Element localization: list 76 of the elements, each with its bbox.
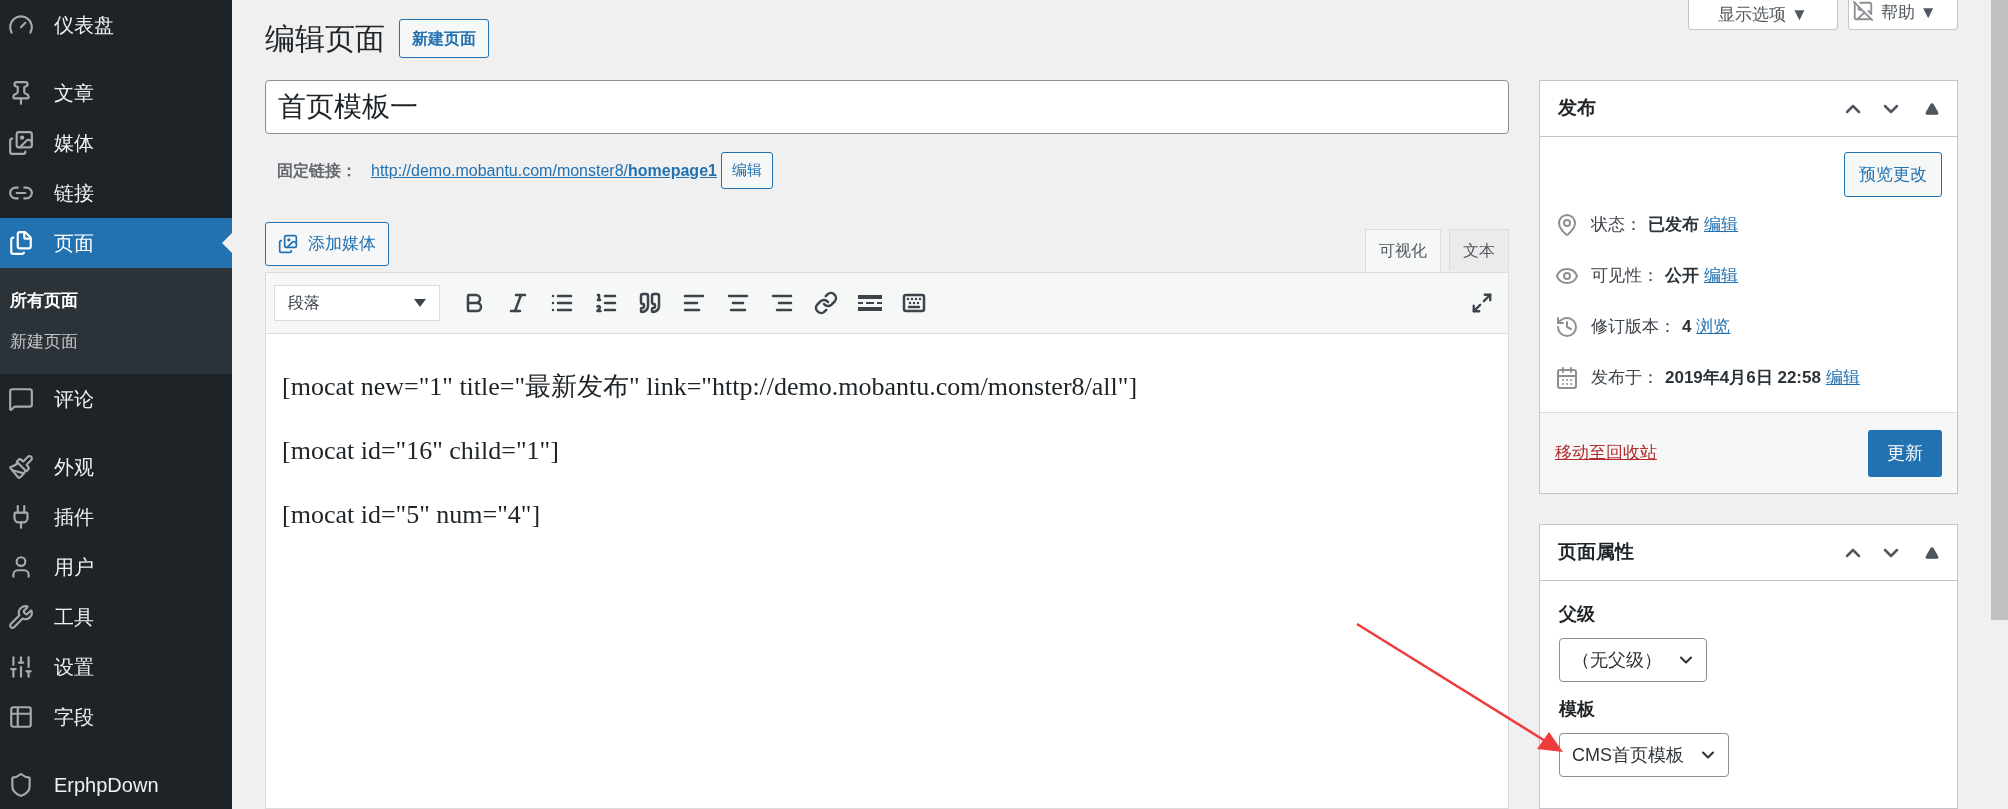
page-heading: 编辑页面 <box>265 21 385 57</box>
sidebar-item[interactable]: 文章 <box>0 68 232 118</box>
sidebar-item[interactable]: 字段 <box>0 692 232 742</box>
meta-value: 公开 <box>1665 265 1699 288</box>
shortcode-paragraph: [mocat new="1" title="最新发布" link="http://demo.mobantu.com/monster8/all"] <box>282 374 1139 400</box>
quote-icon <box>638 291 662 315</box>
calendar-icon <box>1555 366 1579 390</box>
meta-value: 4 <box>1682 316 1692 339</box>
trash-link[interactable]: 移动至回收站 <box>1555 440 1657 466</box>
table-icon <box>8 704 34 730</box>
meta-link[interactable]: 编辑 <box>1825 365 1860 391</box>
sidebar-item[interactable]: 链接 <box>0 168 232 218</box>
field-label: 父级 <box>1559 603 1596 626</box>
history-icon <box>1555 315 1579 339</box>
pin-icon <box>1555 213 1579 237</box>
update-button[interactable]: 更新 <box>1868 429 1942 477</box>
sidebar-item[interactable]: 评论 <box>0 374 232 424</box>
format-select[interactable]: 段落 <box>274 285 440 321</box>
sidebar-item[interactable]: ErphpDown <box>0 760 232 809</box>
link-icon <box>814 291 838 315</box>
media-icon <box>8 130 34 156</box>
keyboard-icon <box>902 291 926 315</box>
shortcode-paragraph: [mocat id="16" child="1"] <box>282 438 560 464</box>
editor-tab[interactable]: 文本 <box>1449 229 1509 271</box>
meta-value: 已发布 <box>1648 214 1699 237</box>
edit-permalink-button[interactable]: 编辑 <box>720 152 773 189</box>
scrollbar-thumb[interactable] <box>1991 0 2008 620</box>
media-icon <box>278 234 298 254</box>
sidebar-item[interactable]: 插件 <box>0 492 232 542</box>
permalink-link[interactable]: http://demo.mobantu.com/monster8/homepage1 <box>371 158 717 183</box>
numbered-list-icon <box>594 291 618 315</box>
sidebar-item[interactable]: 工具 <box>0 592 232 642</box>
meta-label: 发布于： <box>1591 367 1659 390</box>
editor-content[interactable]: [mocat new="1" title="最新发布" link="http://demo.mobantu.com/monster8/all"] [mocat id="16" child="1"] [mocat id="5" num="4"] <box>265 334 1509 809</box>
caret-icon <box>414 299 426 307</box>
broken-image-icon <box>1851 0 1875 22</box>
meta-label: 状态： <box>1591 214 1642 237</box>
box-title: 页面属性 <box>1558 540 1635 565</box>
meta-label: 修订版本： <box>1591 316 1676 339</box>
meta-label: 可见性： <box>1591 265 1659 288</box>
box-title: 发布 <box>1558 96 1597 121</box>
meta-link[interactable]: 编辑 <box>1704 212 1738 238</box>
add-media-button[interactable]: 添加媒体 <box>265 222 389 266</box>
select-field[interactable]: CMS首页模板 <box>1559 733 1729 777</box>
submenu-item[interactable]: 所有页面 <box>0 280 232 321</box>
sidebar-item[interactable]: 外观 <box>0 442 232 492</box>
read-more-icon <box>858 295 882 311</box>
sidebar-item[interactable]: 页面 <box>0 218 232 268</box>
meta-link[interactable]: 编辑 <box>1704 263 1738 289</box>
meta-value: 2019年4月6日 22:58 <box>1665 367 1821 390</box>
comment-icon <box>8 386 34 412</box>
active-pointer <box>222 233 232 253</box>
pages-icon <box>8 230 34 256</box>
collapse-icon[interactable] <box>1925 101 1939 116</box>
collapse-icon[interactable] <box>1925 545 1939 560</box>
meta-link[interactable]: 浏览 <box>1696 314 1731 340</box>
field-label: 模板 <box>1559 698 1596 721</box>
editor-tab[interactable]: 可视化 <box>1365 229 1441 272</box>
screen-options-tab[interactable]: 显示选项 ▼ <box>1688 0 1838 30</box>
preview-button[interactable]: 预览更改 <box>1844 152 1942 197</box>
sidebar-item[interactable]: 设置 <box>0 642 232 692</box>
title-field[interactable]: 首页模板一 <box>265 80 1509 134</box>
sidebar-item[interactable]: 媒体 <box>0 118 232 168</box>
submenu-item[interactable]: 新建页面 <box>0 321 232 362</box>
fullscreen-icon <box>1471 292 1493 314</box>
shortcode-paragraph: [mocat id="5" num="4"] <box>282 502 542 528</box>
sliders-icon <box>8 654 34 680</box>
wrench-icon <box>8 604 34 630</box>
select-field[interactable]: （无父级） <box>1559 638 1707 682</box>
shield-icon <box>8 772 34 798</box>
brush-icon <box>8 454 34 480</box>
help-tab[interactable]: 帮助 ▼ <box>1848 0 1958 30</box>
permalink-label: 固定链接： <box>277 160 357 181</box>
add-new-page-button[interactable]: 新建页面 <box>399 19 489 58</box>
sidebar-item[interactable]: 用户 <box>0 542 232 592</box>
sidebar-item[interactable]: 仪表盘 <box>0 0 232 50</box>
